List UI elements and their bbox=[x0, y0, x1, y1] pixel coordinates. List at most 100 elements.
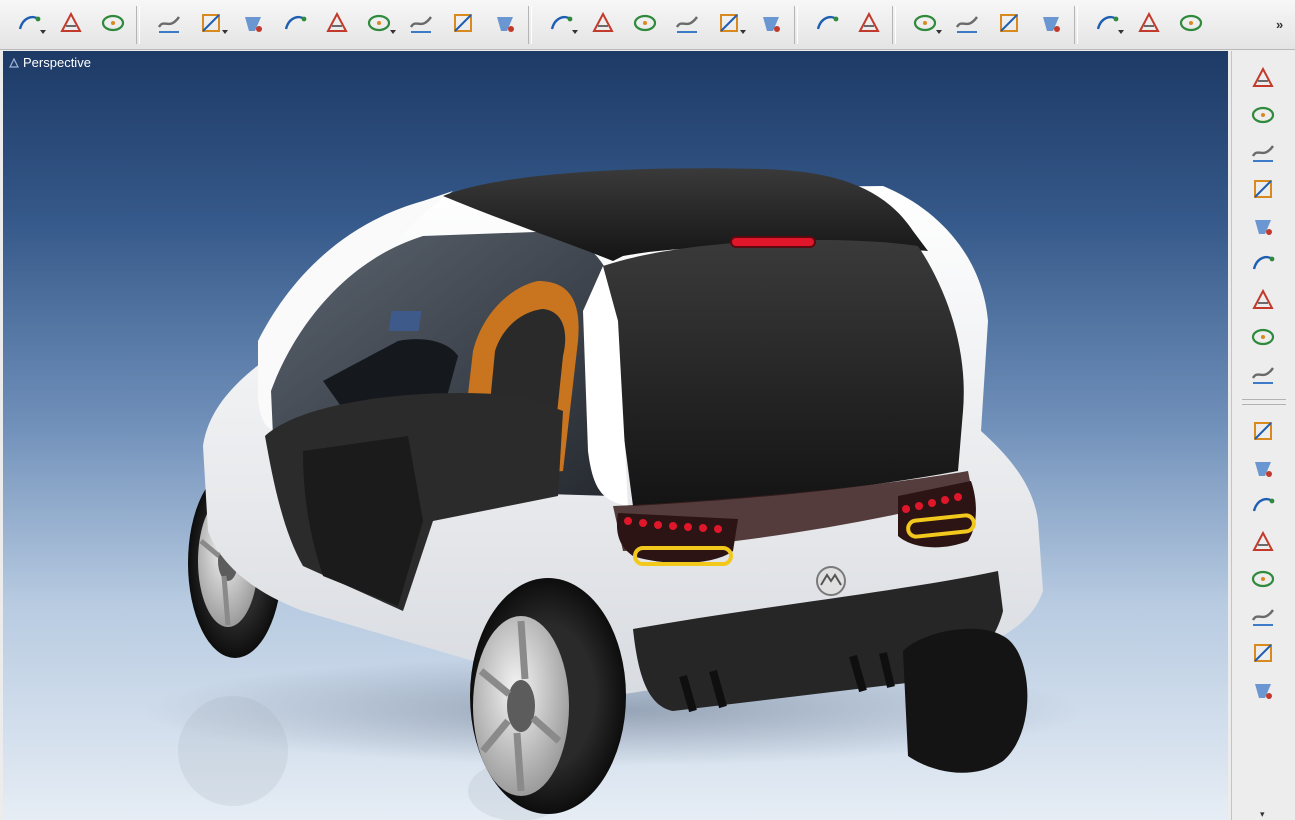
fillet-curves-button[interactable] bbox=[546, 8, 578, 38]
perspective-icon bbox=[9, 57, 19, 68]
surface-tool-7-icon bbox=[1252, 288, 1274, 309]
construction-axis-icon bbox=[1138, 11, 1160, 32]
toolbar-separator bbox=[136, 6, 140, 44]
left-tail-lights bbox=[616, 513, 738, 566]
render-image-icon bbox=[816, 15, 839, 30]
surface-tool-2-icon bbox=[1251, 106, 1275, 124]
patch-surface-button[interactable] bbox=[154, 8, 184, 38]
node-tool-2-icon bbox=[1255, 684, 1272, 699]
sketch-curve-icon bbox=[60, 11, 82, 32]
analysis-tool-3-button[interactable] bbox=[994, 8, 1024, 38]
solid-tool-3-icon bbox=[1252, 497, 1275, 512]
rear-right-wheel bbox=[903, 628, 1028, 773]
revolve-surface-button[interactable] bbox=[364, 8, 396, 38]
edit-curve-icon bbox=[101, 14, 125, 32]
solid-tool-6-button[interactable] bbox=[1248, 601, 1278, 631]
loft-surface-button[interactable] bbox=[406, 8, 436, 38]
ellipse-curve-button[interactable] bbox=[238, 8, 268, 38]
blend-surface-icon bbox=[284, 15, 307, 30]
surface-tool-6-button[interactable] bbox=[1248, 248, 1278, 278]
patch-surface-icon bbox=[157, 16, 180, 33]
extend-curves-button[interactable] bbox=[630, 8, 660, 38]
offset-curve-icon bbox=[592, 11, 614, 32]
solid-tool-6-icon bbox=[1251, 609, 1274, 626]
trim-curve-icon bbox=[497, 17, 514, 32]
freeform-surface-button[interactable] bbox=[322, 8, 352, 38]
profile-curve-icon bbox=[454, 14, 472, 32]
surface-tool-1-button[interactable] bbox=[1248, 63, 1278, 93]
solid-tool-1-icon bbox=[1254, 422, 1272, 440]
analysis-tool-1-icon bbox=[913, 14, 937, 32]
analysis-tool-2-icon bbox=[955, 16, 978, 33]
surface-tool-7-button[interactable] bbox=[1248, 285, 1278, 315]
palette-separator bbox=[1242, 399, 1286, 405]
solid-tool-5-button[interactable] bbox=[1248, 564, 1278, 594]
analysis-tool-2-button[interactable] bbox=[952, 8, 982, 38]
toolbar-separator bbox=[794, 6, 798, 44]
solid-tool-4-button[interactable] bbox=[1248, 527, 1278, 557]
sweep-surface-button[interactable] bbox=[196, 8, 228, 38]
align-plane-icon bbox=[1096, 15, 1119, 30]
profile-curve-button[interactable] bbox=[448, 8, 478, 38]
intersect-curves-button[interactable] bbox=[672, 8, 702, 38]
solid-tool-1-button[interactable] bbox=[1248, 416, 1278, 446]
solid-tool-3-button[interactable] bbox=[1248, 490, 1278, 520]
surface-tool-2-button[interactable] bbox=[1248, 100, 1278, 130]
surface-tool-8-icon bbox=[1251, 328, 1275, 346]
project-curve-button[interactable] bbox=[714, 8, 746, 38]
trim-curve-button[interactable] bbox=[490, 8, 520, 38]
main-toolbar: » bbox=[0, 0, 1295, 50]
viewport-name: Perspective bbox=[23, 55, 91, 70]
surface-tool-3-icon bbox=[1251, 145, 1274, 162]
surface-tool-9-icon bbox=[1251, 367, 1274, 384]
surface-tool-9-button[interactable] bbox=[1248, 359, 1278, 389]
toolbar-separator bbox=[528, 6, 532, 44]
node-tool-1-button[interactable] bbox=[1248, 638, 1278, 668]
solid-tool-2-icon bbox=[1255, 462, 1272, 477]
surface-tool-8-button[interactable] bbox=[1248, 322, 1278, 352]
surface-tool-3-button[interactable] bbox=[1248, 137, 1278, 167]
revolve-surface-icon bbox=[367, 14, 391, 32]
edit-shader-button[interactable] bbox=[854, 8, 884, 38]
node-tool-1-icon bbox=[1254, 644, 1272, 662]
surface-tool-4-icon bbox=[1254, 180, 1272, 198]
blend-surface-button[interactable] bbox=[280, 8, 310, 38]
arc-curve-icon bbox=[18, 15, 41, 30]
palette-overflow-button[interactable]: ▾ bbox=[1260, 809, 1265, 820]
fillet-curves-icon bbox=[550, 15, 573, 30]
circle-tool-icon bbox=[763, 17, 780, 32]
circle-tool-button[interactable] bbox=[756, 8, 786, 38]
front-right-wheel bbox=[470, 578, 626, 814]
toolbar-separator bbox=[892, 6, 896, 44]
viewport-label[interactable]: Perspective bbox=[9, 55, 91, 70]
car-body bbox=[203, 168, 1043, 713]
surface-tool-6-icon bbox=[1252, 255, 1275, 270]
ellipse-curve-icon bbox=[245, 17, 262, 32]
surface-tool-4-button[interactable] bbox=[1248, 174, 1278, 204]
snap-tool-icon bbox=[1179, 14, 1203, 32]
toolbar-overflow-button[interactable]: » bbox=[1276, 17, 1283, 32]
sweep-surface-icon bbox=[202, 14, 220, 32]
surface-tool-5-button[interactable] bbox=[1248, 211, 1278, 241]
arc-curve-button[interactable] bbox=[14, 8, 46, 38]
sketch-curve-button[interactable] bbox=[56, 8, 86, 38]
solid-tool-2-button[interactable] bbox=[1248, 453, 1278, 483]
node-tool-2-button[interactable] bbox=[1248, 675, 1278, 705]
construction-axis-button[interactable] bbox=[1134, 8, 1164, 38]
right-palette: ▾ bbox=[1231, 51, 1295, 820]
surface-tool-1-icon bbox=[1252, 66, 1274, 87]
intersect-curves-icon bbox=[675, 16, 698, 33]
solid-tool-4-icon bbox=[1252, 530, 1274, 551]
perspective-viewport[interactable]: Perspective bbox=[3, 51, 1228, 820]
extend-curves-icon bbox=[633, 14, 657, 32]
edit-curve-button[interactable] bbox=[98, 8, 128, 38]
render-image-button[interactable] bbox=[812, 8, 842, 38]
align-plane-button[interactable] bbox=[1092, 8, 1124, 38]
snap-tool-button[interactable] bbox=[1176, 8, 1206, 38]
offset-curve-button[interactable] bbox=[588, 8, 618, 38]
toolbar-separator bbox=[1074, 6, 1078, 44]
analysis-tool-1-button[interactable] bbox=[910, 8, 942, 38]
analysis-tool-4-button[interactable] bbox=[1036, 8, 1066, 38]
surface-tool-5-icon bbox=[1255, 220, 1272, 235]
analysis-tool-4-icon bbox=[1043, 17, 1060, 32]
